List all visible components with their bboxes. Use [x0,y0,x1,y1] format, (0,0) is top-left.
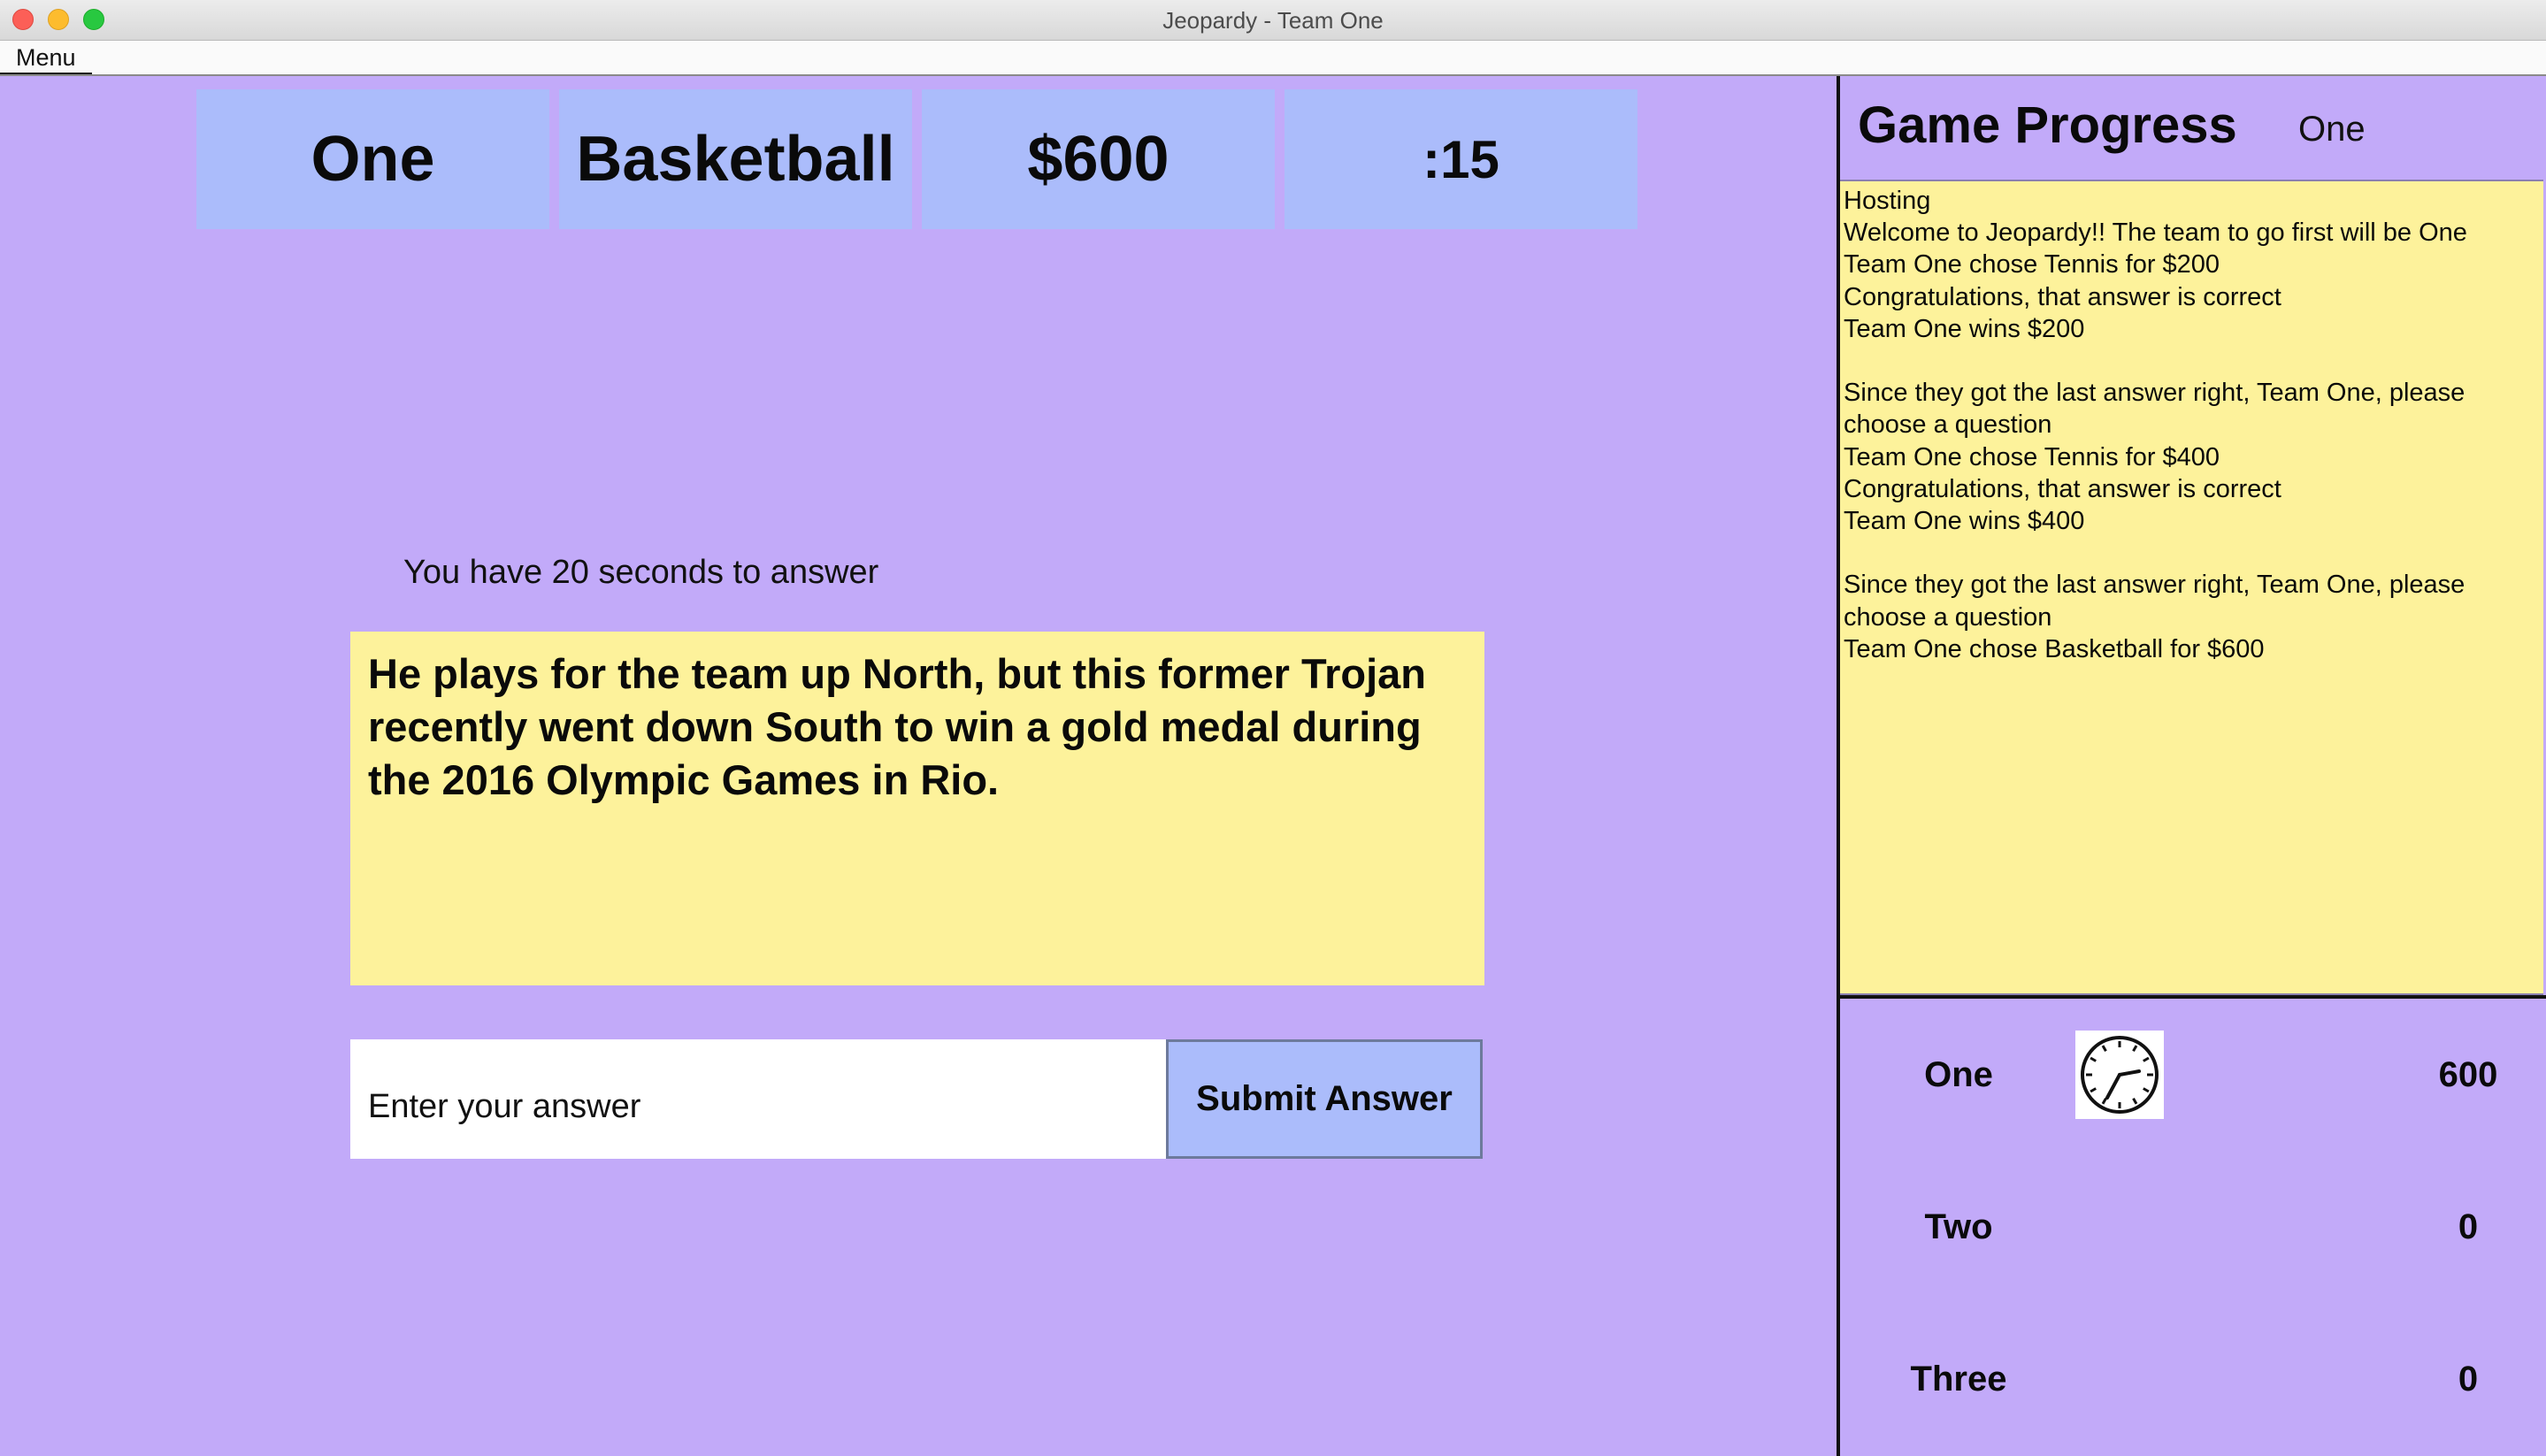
score-row-two: Two 0 [1840,1183,2546,1271]
score-row-three: Three 0 [1840,1335,2546,1423]
log-line: Team One chose Basketball for $600 [1844,634,2265,663]
title-bar: Jeopardy - Team One [0,0,2546,41]
team-score: 0 [2458,1360,2479,1399]
clock-icon [2075,1031,2164,1119]
log-line: Welcome to Jeopardy!! The team to go fir… [1844,218,2467,248]
window-title: Jeopardy - Team One [1162,7,1384,34]
game-log: Hosting Welcome to Jeopardy!! The team t… [1840,180,2543,995]
current-team-cell: One [196,89,549,229]
log-line: Congratulations, that answer is correct [1844,474,2281,503]
team-score: 0 [2458,1207,2479,1246]
countdown-timer-cell: :15 [1285,89,1637,229]
menu-button[interactable]: Menu [0,41,92,74]
log-line: Team One chose Tennis for $200 [1844,250,2220,280]
menu-bar: Menu [0,41,2546,76]
log-line: Hosting [1844,187,1931,215]
team-name: One [1924,1055,1993,1094]
team-score: 600 [2438,1055,2498,1094]
team-name: Two [1924,1207,1993,1246]
log-line: Team One wins $400 [1844,507,2085,536]
progress-current-team: One [2298,110,2366,149]
question-text-box: He plays for the team up North, but this… [350,632,1484,985]
log-line: Since they got the last answer right, Te… [1844,379,2473,440]
submit-answer-button[interactable]: Submit Answer [1166,1039,1483,1159]
log-line: Since they got the last answer right, Te… [1844,571,2473,632]
log-line: Team One chose Tennis for $400 [1844,442,2220,471]
game-progress-title: Game Progress [1858,96,2237,154]
category-cell: Basketball [559,89,912,229]
log-line: Congratulations, that answer is correct [1844,282,2281,311]
log-line: Team One wins $200 [1844,314,2085,343]
question-value-cell: $600 [922,89,1275,229]
answer-input[interactable] [350,1039,1166,1159]
team-name: Three [1910,1360,2007,1399]
scoreboard-divider [1840,995,2546,999]
score-row-one: One 600 [1840,1031,2546,1119]
time-limit-message: You have 20 seconds to answer [403,554,879,591]
app-window: Jeopardy - Team One Menu One Basketball … [0,0,2546,1456]
